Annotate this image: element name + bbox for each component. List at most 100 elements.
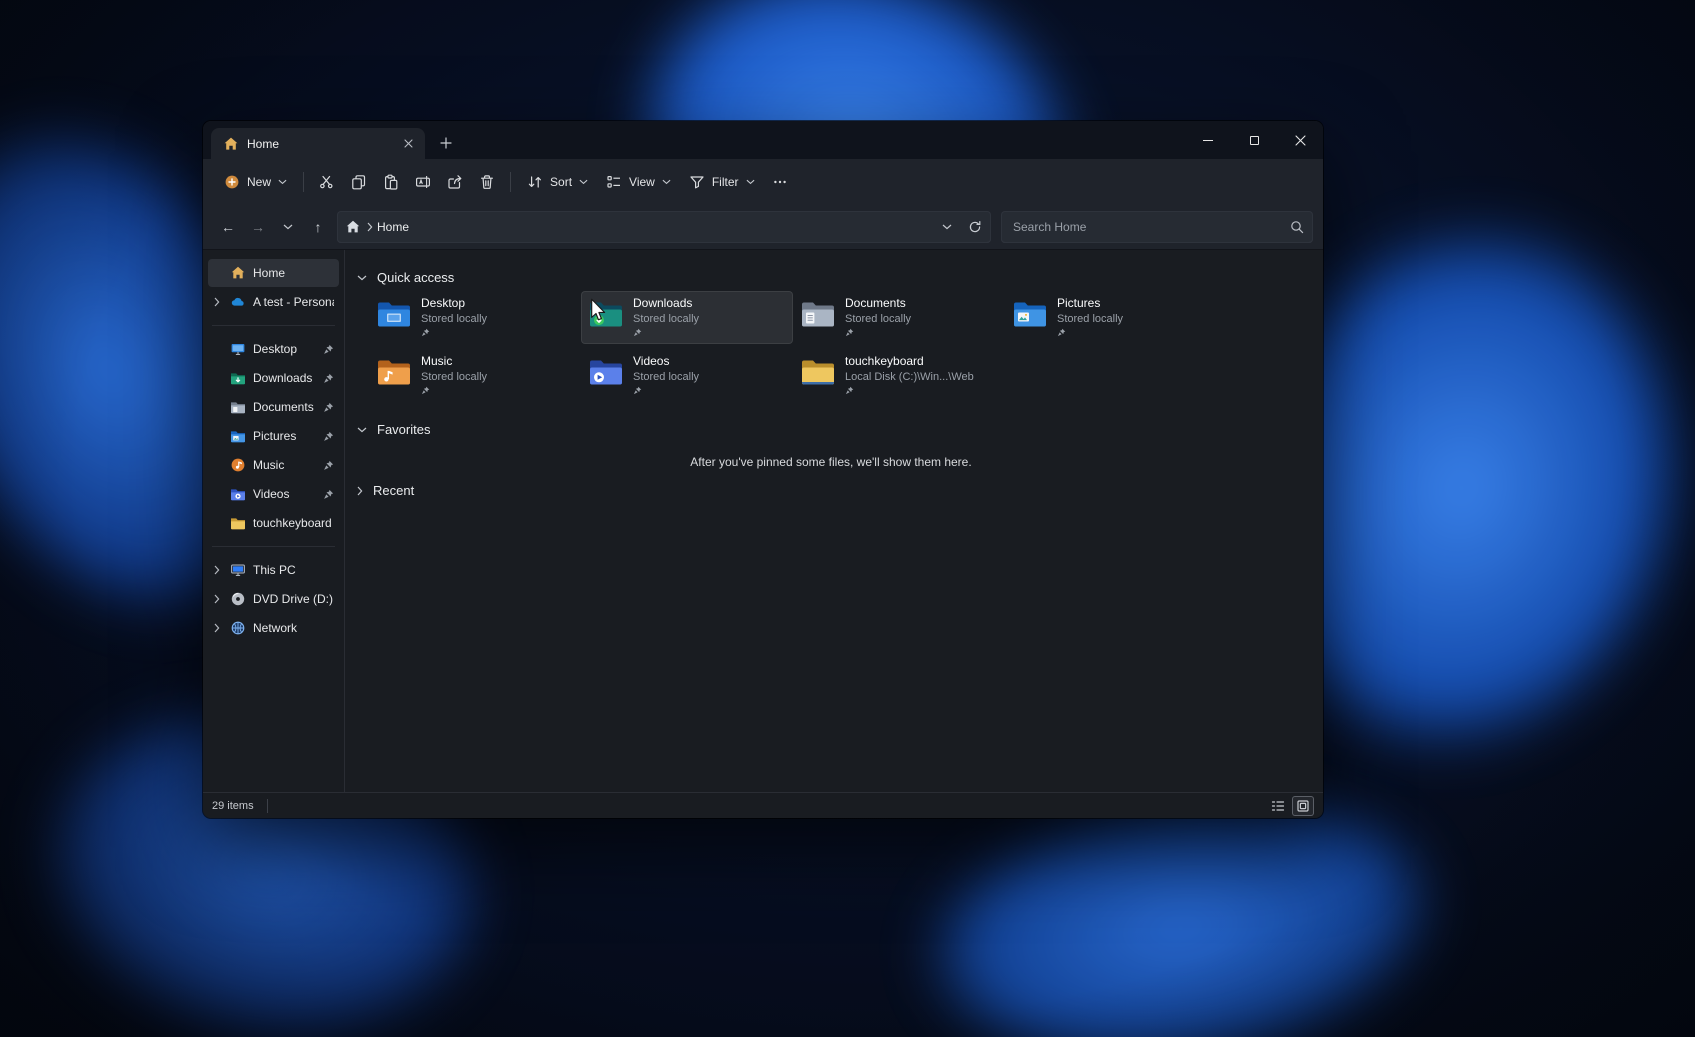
tile-subtitle: Stored locally — [421, 370, 487, 384]
paste-clipboard-icon — [383, 174, 399, 190]
more-options-button[interactable] — [764, 167, 796, 197]
chevron-down-icon — [579, 179, 588, 185]
onedrive-cloud-icon — [230, 294, 246, 310]
sidebar-item-onedrive[interactable]: A test - Personal — [208, 288, 339, 316]
quick-access-tile-documents[interactable]: Documents Stored locally — [793, 291, 1005, 344]
cut-button[interactable] — [311, 167, 343, 197]
new-tab-button[interactable] — [433, 130, 459, 156]
pin-icon — [1057, 328, 1066, 337]
pin-icon — [323, 373, 334, 384]
filter-button[interactable]: Filter — [680, 167, 764, 197]
downloads-folder-icon — [230, 370, 246, 386]
new-button[interactable]: New — [215, 167, 296, 197]
recent-locations-button[interactable] — [273, 212, 303, 242]
titlebar[interactable]: Home — [203, 121, 1323, 159]
sidebar-item-label: Downloads — [253, 371, 316, 385]
sidebar-item-music[interactable]: Music — [208, 451, 339, 479]
minimize-button[interactable] — [1185, 121, 1231, 159]
back-button[interactable]: ← — [213, 212, 243, 242]
close-button[interactable] — [1277, 121, 1323, 159]
tile-subtitle: Stored locally — [421, 312, 487, 326]
trash-icon — [479, 174, 495, 190]
address-breadcrumb-bar[interactable]: Home — [337, 211, 991, 243]
tile-subtitle: Stored locally — [845, 312, 911, 326]
sidebar-item-videos[interactable]: Videos — [208, 480, 339, 508]
refresh-button[interactable] — [961, 214, 989, 240]
pin-icon — [323, 431, 334, 442]
section-header-favorites[interactable]: Favorites — [353, 422, 1309, 437]
large-icons-view-button[interactable] — [1292, 796, 1314, 816]
sidebar-item-this-pc[interactable]: This PC — [208, 556, 339, 584]
quick-access-tile-downloads[interactable]: Downloads Stored locally — [581, 291, 793, 344]
tab-home[interactable]: Home — [211, 128, 425, 159]
quick-access-tile-videos[interactable]: Videos Stored locally — [581, 349, 793, 402]
tab-close-button[interactable] — [397, 133, 419, 155]
tile-subtitle: Stored locally — [1057, 312, 1123, 326]
view-button[interactable]: View — [597, 167, 680, 197]
desktop-icon — [230, 341, 246, 357]
new-plus-icon — [224, 174, 240, 190]
sidebar-item-downloads[interactable]: Downloads — [208, 364, 339, 392]
paste-button[interactable] — [375, 167, 407, 197]
chevron-down-icon — [662, 179, 671, 185]
chevron-right-icon — [367, 222, 373, 232]
pin-icon — [845, 328, 854, 337]
share-icon — [447, 174, 463, 190]
tile-name: Desktop — [421, 296, 487, 312]
cut-scissors-icon — [319, 174, 335, 190]
copy-button[interactable] — [343, 167, 375, 197]
chevron-right-icon[interactable] — [211, 623, 223, 633]
chevron-down-icon — [357, 275, 367, 281]
view-list-icon — [606, 174, 622, 190]
sort-button[interactable]: Sort — [518, 167, 597, 197]
section-title: Quick access — [377, 270, 454, 285]
chevron-down-icon — [357, 427, 367, 433]
pin-icon — [633, 328, 642, 337]
share-button[interactable] — [439, 167, 471, 197]
navigation-pane: Home A test - Personal Deskt — [203, 250, 345, 792]
videos-folder-icon — [230, 486, 246, 502]
status-bar: 29 items — [203, 792, 1323, 818]
chevron-right-icon[interactable] — [211, 297, 223, 307]
quick-access-tile-desktop[interactable]: Desktop Stored locally — [369, 291, 581, 344]
address-dropdown-button[interactable] — [933, 214, 961, 240]
forward-button[interactable]: → — [243, 212, 273, 242]
large-icons-view-icon — [1296, 799, 1310, 813]
chevron-right-icon[interactable] — [211, 565, 223, 575]
tile-name: Music — [421, 354, 487, 370]
quick-access-grid: Desktop Stored locally — [369, 291, 1309, 402]
quick-access-tile-music[interactable]: Music Stored locally — [369, 349, 581, 402]
up-button[interactable]: ↑ — [303, 212, 333, 242]
details-view-button[interactable] — [1267, 796, 1289, 816]
sidebar-item-label: Music — [253, 458, 316, 472]
sidebar-item-touchkeyboard[interactable]: touchkeyboard — [208, 509, 339, 537]
sidebar-item-desktop[interactable]: Desktop — [208, 335, 339, 363]
chevron-down-icon — [283, 224, 293, 230]
tile-name: touchkeyboard — [845, 354, 974, 370]
sidebar-item-dvd-drive[interactable]: DVD Drive (D:) CCC — [208, 585, 339, 613]
pin-icon — [421, 386, 430, 395]
chevron-right-icon[interactable] — [211, 594, 223, 604]
music-icon — [230, 457, 246, 473]
section-header-recent[interactable]: Recent — [353, 483, 1309, 498]
maximize-button[interactable] — [1231, 121, 1277, 159]
sidebar-item-documents[interactable]: Documents — [208, 393, 339, 421]
section-header-quick-access[interactable]: Quick access — [353, 270, 1309, 285]
sidebar-item-home[interactable]: Home — [208, 259, 339, 287]
folder-icon — [801, 357, 835, 386]
rename-button[interactable] — [407, 167, 439, 197]
network-globe-icon — [230, 620, 246, 636]
documents-folder-icon — [230, 399, 246, 415]
quick-access-tile-touchkeyboard[interactable]: touchkeyboard Local Disk (C:)\Win...\Web — [793, 349, 1005, 402]
tile-name: Documents — [845, 296, 911, 312]
sidebar-item-pictures[interactable]: Pictures — [208, 422, 339, 450]
search-button[interactable] — [1283, 214, 1311, 240]
search-box[interactable] — [1001, 211, 1313, 243]
search-input[interactable] — [1003, 220, 1283, 234]
favorites-empty-message: After you've pinned some files, we'll sh… — [353, 455, 1309, 469]
quick-access-tile-pictures[interactable]: Pictures Stored locally — [1005, 291, 1217, 344]
breadcrumb-item-home[interactable]: Home — [377, 220, 409, 234]
sidebar-item-network[interactable]: Network — [208, 614, 339, 642]
delete-button[interactable] — [471, 167, 503, 197]
breadcrumb-home-button[interactable] — [339, 214, 367, 240]
